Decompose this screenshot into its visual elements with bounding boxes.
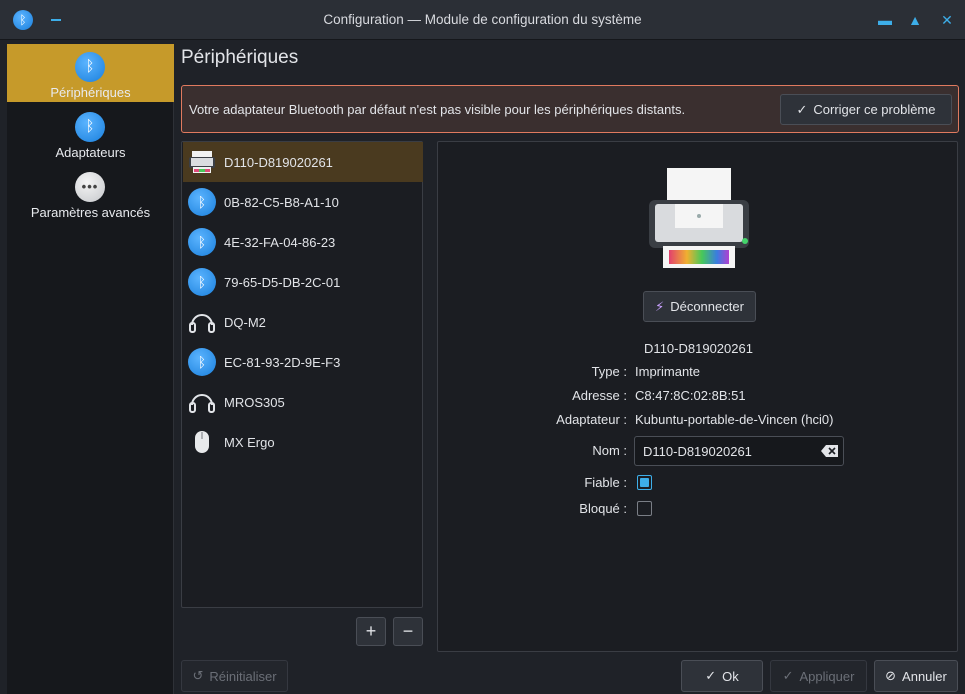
address-label: Adresse :: [572, 388, 627, 403]
cancel-label: Annuler: [902, 668, 947, 684]
reset-button[interactable]: ↺ Réinitialiser: [181, 660, 288, 692]
ok-button[interactable]: ✓ Ok: [681, 660, 763, 692]
sidebar: ᛒ Périphériques ᛒ Adaptateurs ••• Paramè…: [7, 44, 174, 694]
fix-problem-button[interactable]: ✓ Corriger ce problème: [780, 94, 952, 125]
sidebar-item-label: Adaptateurs: [55, 145, 126, 160]
ok-label: Ok: [722, 668, 739, 684]
settings-window: ᛒ Configuration — Module de configuratio…: [0, 0, 965, 694]
remove-device-button[interactable]: −: [393, 617, 423, 646]
device-list: D110-D819020261 ᛒ 0B-82-C5-B8-A1-10 ᛒ 4E…: [181, 141, 423, 608]
type-value: Imprimante: [635, 364, 701, 379]
device-row[interactable]: ᛒ 0B-82-C5-B8-A1-10: [183, 182, 423, 222]
device-name: DQ-M2: [224, 315, 266, 330]
sidebar-item-label: Périphériques: [50, 85, 131, 100]
device-name: 0B-82-C5-B8-A1-10: [224, 195, 339, 210]
adapter-value: Kubuntu-portable-de-Vincen (hci0): [635, 412, 834, 427]
device-name-field[interactable]: [634, 436, 844, 466]
headset-icon: [189, 314, 215, 333]
device-row[interactable]: MROS305: [183, 382, 423, 422]
device-name: MROS305: [224, 395, 285, 410]
disconnect-label: Déconnecter: [670, 299, 744, 314]
printer-icon: [649, 168, 749, 268]
banner-message: Votre adaptateur Bluetooth par défaut n'…: [189, 102, 686, 117]
device-name: 4E-32-FA-04-86-23: [224, 235, 336, 250]
more-icon: •••: [75, 172, 105, 202]
check-icon: ✓: [796, 101, 808, 117]
mouse-icon: [195, 431, 209, 453]
sidebar-item-adaptateurs[interactable]: ᛒ Adaptateurs: [7, 104, 174, 162]
window-title: Configuration — Module de configuration …: [323, 12, 642, 27]
device-name: 79-65-D5-DB-2C-01: [224, 275, 341, 290]
close-button[interactable]: ✕: [938, 11, 956, 29]
bluetooth-icon: ᛒ: [188, 188, 216, 216]
clear-text-icon[interactable]: [821, 444, 839, 458]
adapter-label: Adaptateur :: [556, 412, 627, 427]
device-name: MX Ergo: [224, 435, 275, 450]
reset-icon: ↺: [192, 668, 204, 683]
disconnect-icon: ⚡: [655, 298, 665, 314]
name-label: Nom :: [592, 443, 627, 458]
device-row[interactable]: ᛒ 4E-32-FA-04-86-23: [183, 222, 423, 262]
bluetooth-icon: ᛒ: [188, 348, 216, 376]
check-icon: ✓: [705, 668, 717, 683]
bluetooth-icon: ᛒ: [75, 52, 105, 82]
blocked-label: Bloqué :: [579, 501, 627, 516]
cancel-button[interactable]: ⊘ Annuler: [874, 660, 958, 692]
device-row[interactable]: D110-D819020261: [183, 142, 423, 182]
device-detail-panel: ⚡ Déconnecter D110-D819020261 Type : Imp…: [437, 141, 958, 652]
reset-label: Réinitialiser: [209, 668, 277, 684]
bluetooth-icon: ᛒ: [188, 268, 216, 296]
cancel-icon: ⊘: [885, 668, 897, 683]
printer-icon: [189, 151, 215, 173]
device-row[interactable]: ᛒ 79-65-D5-DB-2C-01: [183, 262, 423, 302]
headset-icon: [189, 394, 215, 413]
device-name: EC-81-93-2D-9E-F3: [224, 355, 341, 370]
device-name: D110-D819020261: [224, 155, 333, 170]
apply-label: Appliquer: [799, 668, 855, 684]
sidebar-item-peripheriques[interactable]: ᛒ Périphériques: [7, 44, 174, 102]
check-icon: ✓: [782, 668, 794, 683]
disconnect-button[interactable]: ⚡ Déconnecter: [643, 291, 756, 322]
trusted-checkbox[interactable]: [637, 475, 652, 490]
trusted-label: Fiable :: [584, 475, 627, 490]
title-bar: ᛒ Configuration — Module de configuratio…: [0, 0, 965, 40]
address-value: C8:47:8C:02:8B:51: [635, 388, 746, 403]
add-device-button[interactable]: +: [356, 617, 386, 646]
device-title: D110-D819020261: [644, 341, 753, 356]
warning-banner: Votre adaptateur Bluetooth par défaut n'…: [181, 85, 959, 133]
bluetooth-icon: ᛒ: [75, 112, 105, 142]
device-row[interactable]: MX Ergo: [183, 422, 423, 462]
maximize-button[interactable]: ▲: [906, 11, 924, 29]
minimize-button[interactable]: ▬: [876, 11, 894, 29]
blocked-checkbox[interactable]: [637, 501, 652, 516]
fix-problem-label: Corriger ce problème: [813, 102, 936, 117]
bluetooth-icon: ᛒ: [188, 228, 216, 256]
apply-button[interactable]: ✓ Appliquer: [770, 660, 867, 692]
type-label: Type :: [591, 364, 627, 379]
sidebar-item-parametres-avances[interactable]: ••• Paramètres avancés: [7, 164, 174, 222]
device-row[interactable]: ᛒ EC-81-93-2D-9E-F3: [183, 342, 423, 382]
page-title: Périphériques: [181, 47, 299, 68]
sidebar-item-label: Paramètres avancés: [30, 205, 151, 220]
device-row[interactable]: DQ-M2: [183, 302, 423, 342]
